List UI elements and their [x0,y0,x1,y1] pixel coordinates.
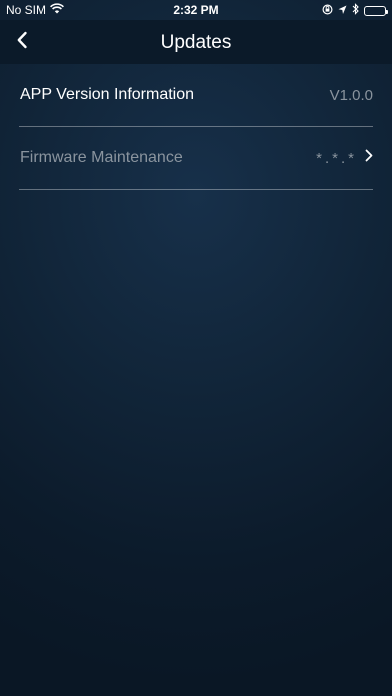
chevron-right-icon [365,149,373,167]
bluetooth-icon [352,3,359,18]
orientation-lock-icon [322,3,333,18]
firmware-maintenance-label: Firmware Maintenance [20,149,183,166]
firmware-maintenance-row[interactable]: Firmware Maintenance *.*.* [19,127,373,190]
status-bar: No SIM 2:32 PM [0,0,392,20]
app-version-value: V1.0.0 [329,87,373,104]
firmware-version-value: *.*.* [316,149,357,167]
firmware-value-group: *.*.* [316,149,373,167]
app-version-label: APP Version Information [20,86,195,103]
battery-icon [364,5,388,16]
navigation-bar: Updates [0,20,392,64]
status-right [322,3,388,18]
location-icon [338,4,347,18]
page-title: Updates [160,32,232,53]
updates-list: APP Version Information V1.0.0 Firmware … [0,64,392,190]
app-version-row: APP Version Information V1.0.0 [19,64,373,127]
